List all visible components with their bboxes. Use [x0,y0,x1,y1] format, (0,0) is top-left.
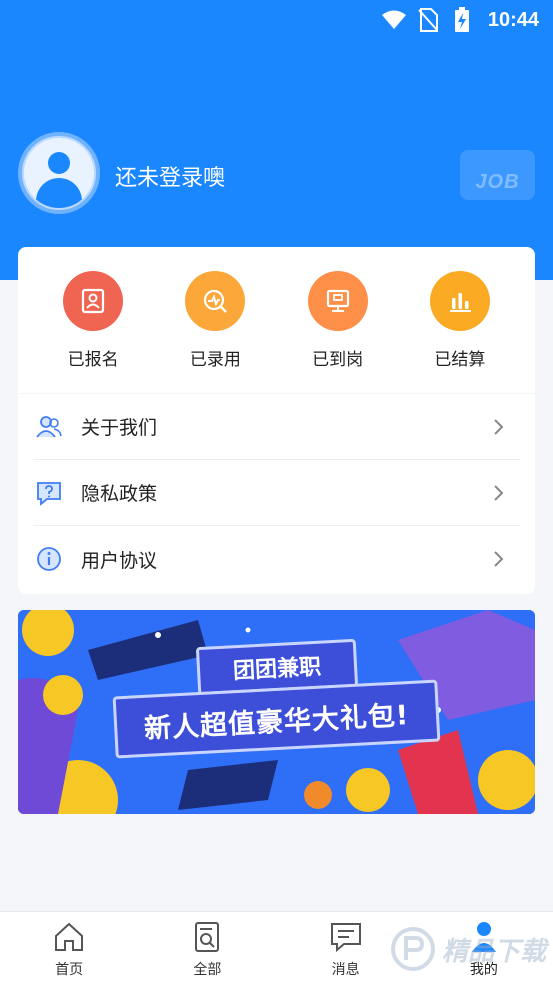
status-item-hired[interactable]: 已录用 [165,271,265,393]
menu-label: 关于我们 [81,417,158,439]
nav-home[interactable]: 首页 [0,912,138,983]
status-label: 已结算 [434,350,486,370]
status-label: 已到岗 [312,350,364,370]
status-bar: 10:44 [0,0,553,40]
default-avatar-icon [24,138,94,208]
monitor-icon [307,271,368,331]
nav-label: 首页 [55,962,84,978]
menu-label: 隐私政策 [81,483,158,505]
menu-item-user-agreement[interactable]: 用户协议 [33,526,520,592]
status-label: 已录用 [189,350,241,370]
status-item-applied[interactable]: 已报名 [43,271,143,393]
menu-label: 用户协议 [81,549,158,572]
id-card-icon [63,271,124,331]
info-icon [35,545,63,573]
chevron-right-icon [494,418,504,435]
users-icon [35,413,63,441]
wifi-icon [381,8,406,32]
job-badge-icon: JOB [460,150,535,200]
chevron-right-icon [494,484,504,501]
avatar[interactable] [18,132,100,214]
status-time: 10:44 [487,8,539,31]
status-label: 已报名 [67,350,119,370]
menu-item-about-us[interactable]: 关于我们 [33,394,520,460]
chevron-right-icon [494,551,504,567]
status-item-onboard[interactable]: 已到岗 [288,271,388,393]
status-item-settled[interactable]: 已结算 [410,271,510,393]
message-icon [329,920,363,954]
menu-item-privacy-policy[interactable]: 隐私政策 [33,460,520,526]
job-badge-text: JOB [475,171,520,193]
home-icon [52,920,86,954]
application-status-card: 已报名 已录用 已到岗 已结算 [18,247,535,393]
nav-label: 消息 [331,962,360,978]
watermark-text: 精品下载 [442,936,547,967]
nav-all[interactable]: 全部 [138,912,276,983]
bar-chart-icon [429,271,490,331]
login-prompt[interactable]: 还未登录噢 [115,160,225,192]
nav-label: 全部 [193,962,222,978]
no-sim-icon [416,8,440,32]
question-chat-icon [35,479,63,507]
watermark: 精品下载 [390,918,550,980]
watermark-logo-icon [391,927,435,971]
settings-menu: 关于我们 隐私政策 用户协议 [18,394,535,594]
battery-charging-icon [450,7,474,32]
chart-search-icon [185,271,246,331]
document-search-icon [190,920,224,954]
